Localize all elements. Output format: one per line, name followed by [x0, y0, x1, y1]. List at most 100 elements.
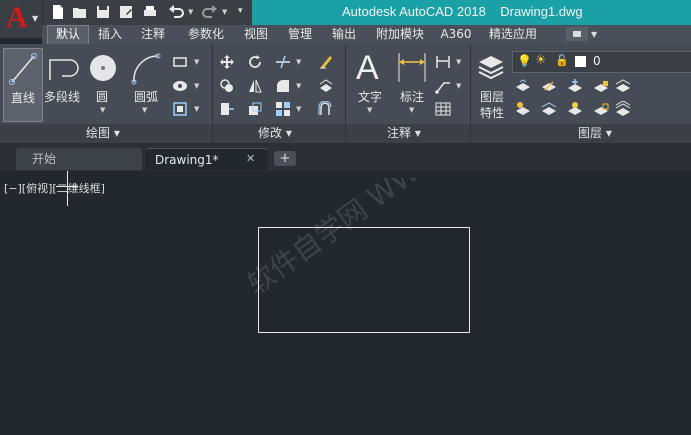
watermark-text: 软件自学网 WWW.RJZXW.COM — [248, 178, 468, 302]
chevron-down-icon: ▼ — [100, 106, 106, 114]
redo-icon[interactable] — [202, 4, 218, 20]
tab-view[interactable]: 视图 — [238, 26, 274, 43]
new-tab-button[interactable]: + — [274, 151, 296, 166]
copy-icon[interactable] — [219, 78, 235, 94]
tab-annotate[interactable]: 注释 — [135, 26, 171, 43]
tab-parametric[interactable]: 参数化 — [182, 26, 230, 43]
chevron-down-icon: ▼ — [367, 106, 373, 114]
tab-insert[interactable]: 插入 — [92, 26, 128, 43]
chevron-down-icon[interactable]: ▼ — [456, 58, 461, 66]
layer-color-swatch — [575, 56, 586, 67]
ribbon-minimize-toggle[interactable] — [566, 27, 588, 41]
layer-thaw-icon[interactable] — [567, 101, 583, 117]
chevron-down-icon[interactable]: ▼ — [456, 82, 461, 90]
layer-isolate-icon[interactable] — [541, 78, 557, 94]
layer-unlock-icon[interactable] — [593, 101, 609, 117]
print-icon[interactable] — [142, 4, 158, 20]
chevron-down-icon: ▼ — [409, 106, 415, 114]
save-icon[interactable] — [95, 4, 111, 20]
stretch-icon[interactable] — [219, 101, 235, 117]
linear-dimension-icon[interactable] — [435, 54, 451, 70]
tab-start[interactable]: 开始 — [16, 148, 142, 170]
fillet-icon[interactable] — [275, 78, 291, 94]
chevron-down-icon[interactable]: ▼ — [296, 82, 301, 90]
array-icon[interactable] — [275, 101, 291, 117]
circle-icon — [90, 55, 116, 81]
offset-icon[interactable] — [318, 101, 334, 117]
region-icon[interactable] — [172, 101, 188, 117]
layer-freeze-icon[interactable] — [567, 78, 583, 94]
tab-featured-apps[interactable]: 精选应用 — [483, 26, 543, 43]
rectangle-icon[interactable] — [172, 54, 188, 70]
modify-panel-title[interactable]: 修改 ▾ — [258, 124, 292, 143]
layer-dropdown[interactable]: 💡 ☀ 🔓 0 — [512, 51, 691, 73]
annotation-panel-title[interactable]: 注释 ▾ — [387, 124, 421, 143]
panel-toggle-icon — [573, 31, 581, 37]
unlock-icon: 🔓 — [555, 54, 569, 67]
chevron-down-icon[interactable]: ▼ — [194, 58, 199, 66]
tab-addins[interactable]: 附加模块 — [370, 26, 430, 43]
watermark: 软件自学网 WWW.RJZXW.COM — [248, 178, 468, 302]
chevron-down-icon[interactable]: ▼ — [296, 105, 301, 113]
layer-properties-label-2: 特性 — [480, 106, 505, 120]
application-menu-button[interactable]: A ▼ — [0, 0, 43, 38]
rotate-icon[interactable] — [247, 54, 263, 70]
line-button[interactable]: 直线 — [3, 48, 43, 122]
text-button[interactable]: A 文字 ▼ — [352, 48, 390, 120]
line-icon — [9, 53, 37, 85]
new-file-icon[interactable] — [50, 4, 66, 20]
customize-qat-icon[interactable]: ▾ — [238, 6, 243, 16]
quick-access-toolbar: ▼ ▼ ▾ — [42, 0, 252, 25]
layer-on-icon[interactable] — [515, 101, 531, 117]
autocad-logo-icon: A — [6, 1, 28, 34]
erase-icon[interactable] — [318, 54, 334, 70]
circle-label: 圆 — [96, 90, 109, 104]
dimension-button[interactable]: 标注 ▼ — [394, 48, 430, 120]
layer-match-icon[interactable] — [615, 78, 631, 94]
layers-panel-title[interactable]: 图层 ▾ — [578, 124, 612, 143]
layer-unisolate-icon[interactable] — [541, 101, 557, 117]
move-icon[interactable] — [219, 54, 235, 70]
undo-dropdown-icon[interactable]: ▼ — [188, 8, 193, 16]
draw-panel-title[interactable]: 绘图 ▾ — [86, 124, 120, 143]
chevron-down-icon[interactable]: ▼ — [194, 82, 199, 90]
chevron-down-icon[interactable]: ▼ — [194, 105, 199, 113]
layer-properties-icon — [478, 56, 504, 80]
scale-icon[interactable] — [247, 101, 263, 117]
redo-dropdown-icon[interactable]: ▼ — [222, 8, 227, 16]
chevron-down-icon: ▼ — [32, 14, 39, 23]
tab-output[interactable]: 输出 — [326, 26, 362, 43]
save-as-icon[interactable] — [118, 4, 134, 20]
open-folder-icon[interactable] — [72, 4, 88, 20]
mirror-icon[interactable] — [247, 78, 263, 94]
layer-properties-label-1: 图层 — [480, 90, 505, 104]
viewport-controls[interactable]: [−][俯视][二维线框] — [4, 180, 105, 196]
explode-icon[interactable] — [318, 78, 334, 94]
dimension-icon — [398, 53, 426, 82]
polyline-button[interactable]: 多段线 — [44, 48, 84, 120]
layer-name: 0 — [593, 54, 601, 68]
layer-properties-button[interactable]: 图层 特性 — [474, 48, 510, 120]
dimension-label: 标注 — [400, 90, 425, 104]
close-icon[interactable]: ✕ — [246, 148, 255, 170]
hatch-icon[interactable] — [172, 78, 188, 94]
window-title: Autodesk AutoCAD 2018 Drawing1.dwg — [342, 4, 583, 19]
layer-walk-icon[interactable] — [615, 101, 631, 117]
chevron-down-icon[interactable]: ▼ — [591, 30, 597, 39]
undo-icon[interactable] — [168, 4, 184, 20]
tab-manage[interactable]: 管理 — [282, 26, 318, 43]
circle-button[interactable]: 圆 ▼ — [86, 48, 122, 120]
layer-lock-icon[interactable] — [593, 78, 609, 94]
chevron-down-icon[interactable]: ▼ — [296, 58, 301, 66]
trim-icon[interactable] — [275, 54, 291, 70]
lightbulb-icon: 💡 — [517, 54, 532, 68]
text-label: 文字 — [358, 90, 383, 104]
crosshair-vertical — [67, 171, 68, 206]
leader-icon[interactable] — [435, 78, 451, 94]
arc-button[interactable]: 圆弧 ▼ — [128, 48, 164, 120]
sun-icon: ☀ — [535, 53, 547, 68]
tab-a360[interactable]: A360 — [437, 26, 475, 43]
layer-off-icon[interactable] — [515, 78, 531, 94]
table-icon[interactable] — [435, 101, 451, 117]
tab-home[interactable]: 默认 — [47, 25, 89, 45]
